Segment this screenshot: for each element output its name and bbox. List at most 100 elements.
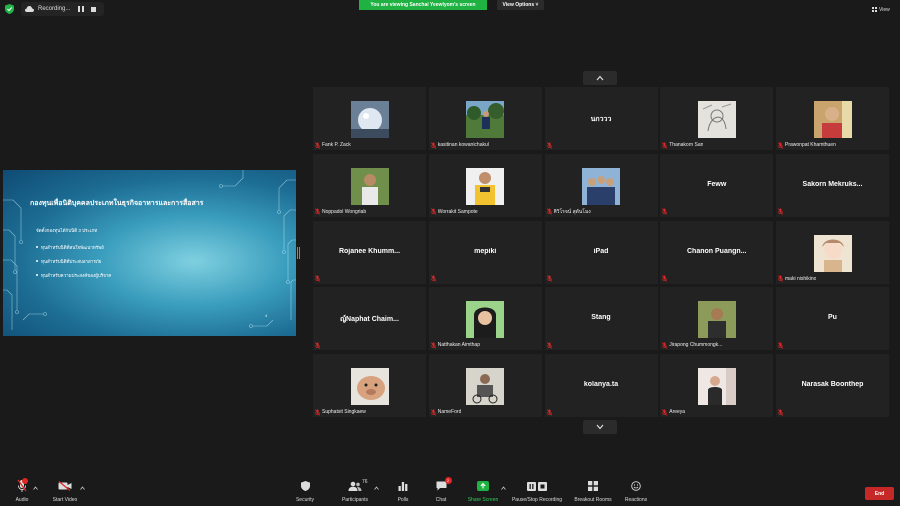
participant-tile[interactable]: Fank P. Zack	[313, 87, 426, 150]
audio-button[interactable]: Audio	[10, 478, 34, 506]
participant-tile[interactable]: Natthakan Aimthap	[428, 287, 542, 351]
pause-recording-icon[interactable]	[77, 5, 85, 13]
gallery-prev-page-button[interactable]	[583, 71, 617, 85]
participant-avatar	[466, 301, 505, 339]
breakout-rooms-button[interactable]: Breakout Rooms	[572, 478, 614, 506]
muted-mic-icon	[315, 342, 320, 349]
participant-tile[interactable]: Thanakorn San	[660, 87, 774, 150]
participant-footer: NameFord	[430, 408, 461, 416]
participant-avatar	[350, 101, 389, 138]
zoom-meeting-window: Recording... You are viewing Sanchai Yee…	[0, 0, 900, 506]
participant-display-name: Sakorn Mekruks...	[802, 180, 863, 188]
participant-footer	[315, 341, 322, 349]
participant-tile[interactable]: Noppadol Wongriab	[313, 153, 426, 217]
participant-tile[interactable]: Suphatsit Singkaew	[313, 354, 426, 417]
split-divider-handle[interactable]	[297, 247, 300, 259]
muted-mic-icon	[430, 208, 436, 216]
participant-footer: Areeya	[662, 408, 685, 416]
stop-icon	[538, 481, 547, 491]
participant-name: Natthakan Aimthap	[437, 342, 480, 349]
participant-tile[interactable]: นกววว	[544, 87, 658, 150]
chevron-down-icon	[596, 424, 604, 430]
participant-tile[interactable]: kolanya.ta	[544, 354, 658, 417]
participants-count: 76	[362, 479, 368, 485]
participant-tile[interactable]: NameFord	[428, 354, 542, 417]
participant-display-name: iPad	[593, 247, 609, 255]
participant-footer: Fank P. Zack	[315, 141, 351, 149]
participant-tile[interactable]: Prawonpat Khamthuen	[776, 87, 889, 150]
view-button[interactable]: View	[872, 5, 896, 14]
muted-mic-icon	[662, 408, 668, 416]
participant-tile[interactable]: Feww	[660, 153, 774, 217]
encryption-shield-icon[interactable]	[5, 4, 14, 14]
participant-tile[interactable]: Worrakit Sampote	[428, 153, 542, 217]
participant-name: Jirapong Chummongk...	[669, 342, 723, 349]
share-screen-button[interactable]: Share Screen	[464, 478, 502, 506]
bullet-dot-icon	[36, 274, 38, 276]
participant-tile[interactable]: mepiki	[428, 220, 542, 284]
participant-avatar	[466, 101, 505, 138]
participant-display-name: ญ์Naphat Chaim...	[340, 316, 399, 324]
participant-tile[interactable]: ศิวิโรจน์ สุดันโมง	[544, 153, 658, 217]
participant-tile[interactable]: ญ์Naphat Chaim...	[313, 287, 426, 351]
chat-label: Chat	[435, 497, 447, 503]
video-options-chevron-up-icon[interactable]	[80, 486, 85, 490]
slide-bullet-list: ทุนสำหรับนิติที่สนใจพัฒนาทรัพย์ ทุนสำหรั…	[36, 240, 111, 282]
muted-mic-icon	[546, 208, 552, 216]
participant-tile[interactable]: kasitinan kowanichakul	[428, 87, 542, 150]
gallery-next-page-button[interactable]	[583, 420, 617, 434]
participant-footer: Jirapong Chummongk...	[662, 341, 722, 349]
muted-mic-icon	[315, 141, 320, 149]
chat-unread-badge: 2	[444, 477, 452, 484]
muted-mic-icon	[315, 208, 320, 216]
pause-stop-recording-button[interactable]: Pause/Stop Recording	[508, 478, 566, 506]
participant-display-name: Rojanee Khumm...	[338, 247, 401, 255]
audio-options-chevron-up-icon[interactable]	[33, 486, 38, 490]
participant-footer: maki nishikino	[778, 275, 816, 283]
shared-screen-slide[interactable]: กองทุนเพื่อนิติบุคคลประเภทในธุรกิจอาหารแ…	[3, 170, 296, 336]
participant-tile[interactable]: Narasak Boonthep	[776, 354, 889, 417]
participants-options-chevron-up-icon[interactable]	[374, 486, 379, 490]
security-label: Security	[295, 497, 315, 503]
stop-recording-icon[interactable]	[91, 6, 96, 12]
participant-avatar	[350, 368, 389, 405]
muted-mic-icon	[662, 342, 668, 349]
slide-bullet: ทุนสำหรับนิติที่สนใจพัฒนาทรัพย์	[36, 240, 111, 254]
reactions-button[interactable]: Reactions	[622, 478, 650, 506]
participant-name: Thanakorn San	[669, 142, 704, 148]
participants-button[interactable]: 76 Participants	[338, 478, 372, 506]
start-video-button[interactable]: Start Video	[50, 478, 80, 506]
participant-tile[interactable]: Chanon Puangn...	[660, 220, 774, 284]
participant-footer: Natthakan Aimthap	[430, 341, 480, 349]
participant-display-name: mepiki	[474, 247, 497, 255]
participant-tile[interactable]: maki nishikino	[776, 220, 889, 284]
polls-label: Polls	[397, 497, 409, 503]
audio-warning-badge	[22, 478, 28, 484]
chevron-up-icon	[596, 75, 604, 81]
participant-footer: Suphatsit Singkaew	[315, 408, 366, 416]
share-screen-arrow-icon	[477, 481, 489, 491]
participant-tile[interactable]: Jirapong Chummongk...	[660, 287, 774, 351]
recording-label: Recording...	[38, 6, 71, 12]
view-options-button[interactable]: View Options ˅	[497, 0, 544, 10]
polls-button[interactable]: Polls	[394, 478, 412, 506]
muted-mic-icon	[430, 342, 436, 349]
participant-tile[interactable]: Sakorn Mekruks...	[776, 153, 889, 217]
security-button[interactable]: Security	[292, 478, 318, 506]
chat-button[interactable]: 2 Chat	[432, 477, 452, 506]
participant-tile[interactable]: Rojanee Khumm...	[313, 220, 426, 284]
participant-tile[interactable]: iPad	[544, 220, 658, 284]
participant-footer	[430, 275, 438, 283]
end-meeting-button[interactable]: End	[865, 487, 894, 500]
top-bar: Recording... You are viewing Sanchai Yee…	[0, 0, 900, 18]
participant-avatar	[697, 368, 736, 405]
participant-tile[interactable]: Stang	[544, 287, 658, 351]
participant-tile[interactable]: Pu	[776, 287, 889, 351]
muted-mic-icon	[778, 408, 783, 416]
pause-icon	[527, 481, 536, 491]
share-options-chevron-up-icon[interactable]	[501, 486, 506, 490]
muted-mic-icon	[778, 275, 783, 282]
participant-tile[interactable]: Areeya	[660, 354, 774, 417]
bullet-dot-icon	[36, 246, 38, 248]
participant-name: Prawonpat Khamthuen	[785, 142, 836, 148]
